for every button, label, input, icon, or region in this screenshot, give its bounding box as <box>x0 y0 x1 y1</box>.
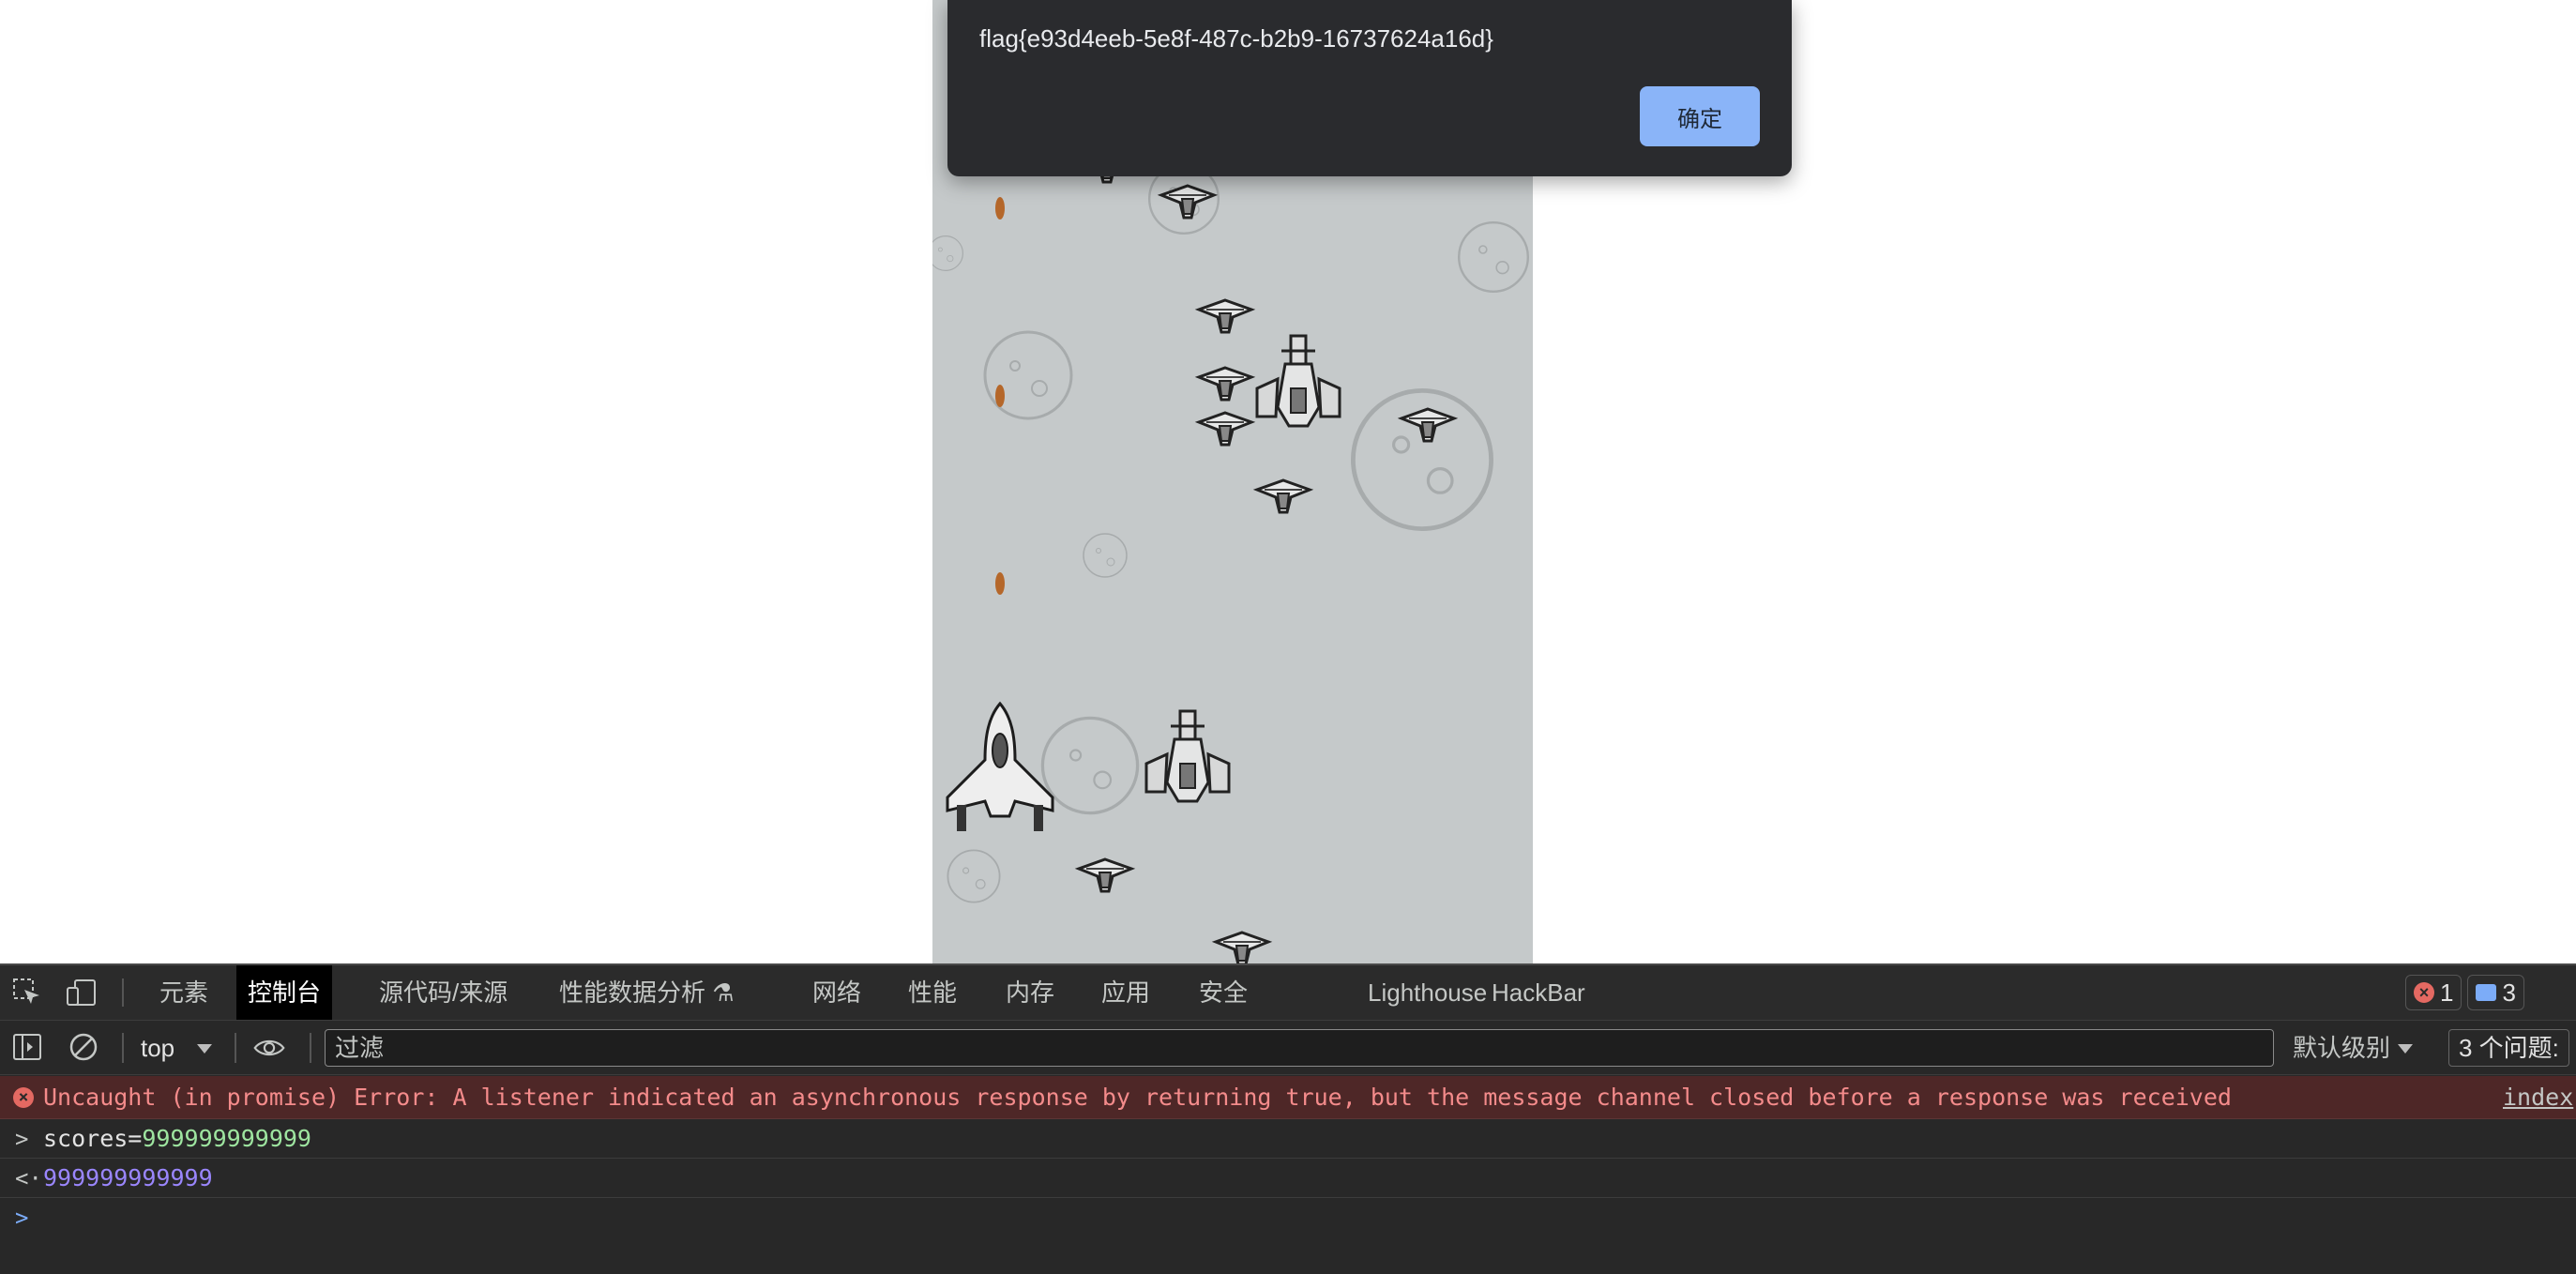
asteroid <box>932 235 964 271</box>
enemy-plane <box>1197 298 1253 334</box>
enemy-plane <box>1197 366 1253 402</box>
asteroid <box>1040 716 1140 815</box>
chevron-right-icon[interactable]: > <box>15 1119 28 1159</box>
tab-application[interactable]: 应用 <box>1090 965 1161 1020</box>
tab-lighthouse[interactable]: Lighthouse <box>1356 965 1498 1020</box>
context-selector[interactable]: top <box>141 1031 174 1065</box>
tab-sources[interactable]: 源代码/来源 <box>368 965 519 1020</box>
alert-dialog: flag{e93d4eeb-5e8f-487c-b2b9-16737624a16… <box>947 0 1792 176</box>
bullet <box>995 572 1005 595</box>
tab-network[interactable]: 网络 <box>801 965 872 1020</box>
tab-security[interactable]: 安全 <box>1188 965 1259 1020</box>
devtools-tabbar: 元素 控制台 源代码/来源 性能数据分析 ⚗ 网络 性能 内存 应用 安全 Li… <box>0 965 2576 1021</box>
command-prefix: scores= <box>43 1125 143 1152</box>
error-count: 1 <box>2440 978 2454 1007</box>
enemy-bomber <box>1255 334 1341 428</box>
inspect-icon[interactable] <box>11 977 43 1009</box>
result-arrow-icon: <· <box>15 1165 42 1191</box>
console-error-row: × Uncaught (in promise) Error: A listene… <box>0 1076 2576 1119</box>
error-counter[interactable]: × 1 <box>2405 975 2462 1010</box>
tab-memory[interactable]: 内存 <box>994 965 1066 1020</box>
filter-input[interactable] <box>325 1029 2274 1067</box>
enemy-plane <box>1214 931 1270 963</box>
enemy-plane <box>1400 407 1456 443</box>
tab-elements[interactable]: 元素 <box>148 965 220 1020</box>
filterbar-divider <box>122 1033 124 1063</box>
tab-performance-insights[interactable]: 性能数据分析 ⚗ <box>548 965 746 1020</box>
tab-hackbar[interactable]: HackBar <box>1480 965 1597 1020</box>
chevron-down-icon[interactable] <box>2398 1044 2413 1054</box>
asteroid <box>947 849 1001 903</box>
console-prompt[interactable]: > <box>0 1198 2576 1237</box>
tab-console[interactable]: 控制台 <box>236 965 333 1020</box>
issues-button[interactable]: 3 个问题: <box>2448 1029 2569 1067</box>
error-icon: × <box>13 1087 34 1108</box>
log-levels-dropdown[interactable]: 默认级别 <box>2293 1031 2390 1065</box>
clear-console-icon[interactable] <box>68 1031 99 1063</box>
bullet <box>995 197 1005 220</box>
enemy-bomber <box>1144 709 1231 803</box>
error-icon: × <box>2414 982 2434 1003</box>
device-toggle-icon[interactable] <box>66 977 98 1009</box>
message-count: 3 <box>2502 978 2516 1007</box>
bullet <box>995 385 1005 407</box>
alert-message: flag{e93d4eeb-5e8f-487c-b2b9-16737624a16… <box>979 24 1493 53</box>
console-result: 999999999999 <box>43 1164 213 1191</box>
asteroid <box>1083 533 1128 578</box>
console-filterbar: top 默认级别 3 个问题: <box>0 1022 2576 1075</box>
enemy-plane <box>1197 411 1253 447</box>
tab-performance[interactable]: 性能 <box>897 965 968 1020</box>
filterbar-divider <box>235 1033 236 1063</box>
console-command: scores=999999999999 <box>43 1119 311 1159</box>
devtools-panel: 元素 控制台 源代码/来源 性能数据分析 ⚗ 网络 性能 内存 应用 安全 Li… <box>0 963 2576 1274</box>
console-result-row: <· 999999999999 <box>0 1159 2576 1198</box>
console-input-row: > scores=999999999999 <box>0 1119 2576 1159</box>
player-ship <box>946 701 1054 831</box>
filterbar-divider <box>310 1033 311 1063</box>
issues-counter[interactable]: × 1 3 <box>2405 975 2524 1010</box>
message-icon <box>2476 984 2497 1001</box>
eye-icon[interactable] <box>253 1032 285 1064</box>
command-value: 999999999999 <box>142 1125 311 1152</box>
error-source-link[interactable]: index <box>2503 1076 2573 1119</box>
enemy-plane <box>1255 478 1311 514</box>
sidebar-icon[interactable] <box>11 1031 43 1063</box>
error-message: Uncaught (in promise) Error: A listener … <box>43 1084 2232 1111</box>
alert-ok-button[interactable]: 确定 <box>1640 86 1760 146</box>
console-output: × Uncaught (in promise) Error: A listene… <box>0 1076 2576 1274</box>
enemy-plane <box>1077 857 1133 893</box>
message-counter[interactable]: 3 <box>2467 975 2524 1010</box>
chevron-down-icon[interactable] <box>197 1044 212 1054</box>
tabbar-divider <box>122 978 124 1007</box>
asteroid <box>1457 220 1530 293</box>
prompt-chevron-icon: > <box>15 1205 29 1231</box>
